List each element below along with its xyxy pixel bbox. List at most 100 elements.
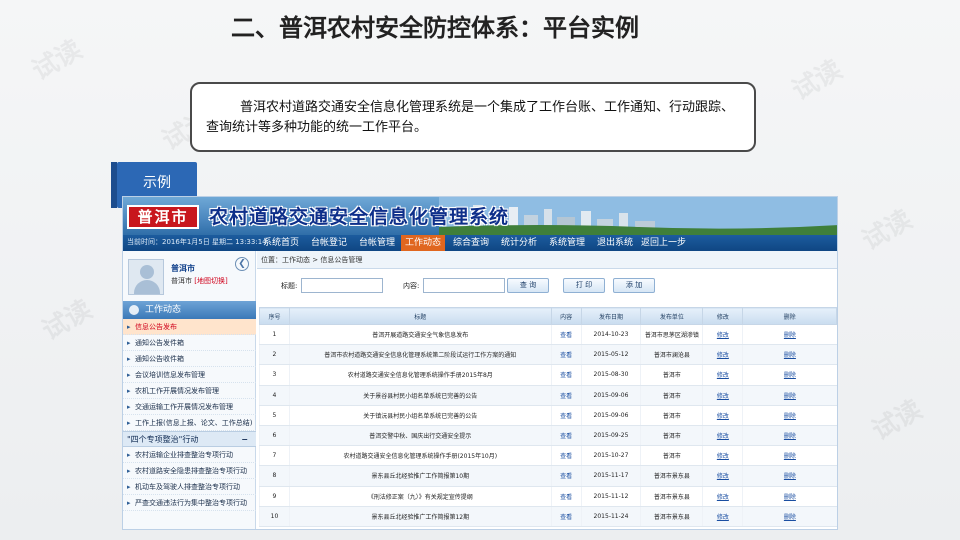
row-index: 2	[259, 344, 290, 366]
chevron-left-icon[interactable]: ❮	[235, 257, 249, 271]
sidebar-item-enterprise[interactable]: 农村运输企业排查整治专项行动	[123, 447, 256, 463]
collapse-toggle-icon[interactable]: −	[241, 432, 248, 448]
view-link[interactable]: 查看	[550, 324, 582, 346]
delete-link[interactable]: 删除	[742, 405, 837, 426]
app-banner: 普洱市 农村道路交通安全信息化管理系统	[123, 197, 837, 235]
row-date: 2015-10-27	[580, 445, 641, 467]
add-button[interactable]: 添 加	[613, 278, 655, 293]
watermark: 试读	[867, 394, 928, 447]
sidebar-item-transport[interactable]: 交通运输工作开展情况发布管理	[123, 399, 256, 415]
row-unit: 普洱市景东县	[640, 506, 703, 527]
sidebar-item-report[interactable]: 工作上报(信息上报、论文、工作总结)	[123, 415, 256, 431]
row-unit: 普洱市澜沧县	[640, 344, 703, 366]
edit-link[interactable]: 修改	[702, 425, 743, 447]
sidebar: 普洱市 普洱市 [地图切换] ❮ 工作动态 信息公告发布 通知公告发件箱 通知公…	[123, 251, 256, 529]
row-index: 4	[259, 385, 290, 406]
nav-ledger-register[interactable]: 台帐登记	[307, 235, 351, 251]
row-date: 2015-09-25	[580, 425, 641, 447]
view-link[interactable]: 查看	[550, 364, 582, 386]
nav-query[interactable]: 综合查询	[449, 235, 493, 251]
notice-table: 序号 标题 内容 发布日期 发布单位 修改 删除 1 普洱开展道路交通安全气象信息…	[259, 307, 837, 527]
nav-logout[interactable]: 退出系统	[593, 235, 637, 251]
avatar	[128, 259, 164, 295]
row-unit: 普洱市思茅区湖渗镇	[640, 324, 703, 346]
sidebar-section-work-dynamics[interactable]: 工作动态	[123, 301, 256, 319]
content-input[interactable]	[423, 278, 505, 293]
delete-link[interactable]: 删除	[742, 506, 837, 527]
col-header: 发布日期	[580, 307, 642, 325]
row-title: 农村道路交通安全信息化管理系统操作手册(2015年10月)	[288, 445, 552, 467]
row-date: 2015-05-12	[580, 344, 641, 366]
edit-link[interactable]: 修改	[702, 506, 743, 527]
map-switch-link[interactable]: [地图切换]	[194, 277, 227, 285]
sidebar-group-special-actions[interactable]: "四个专项整治"行动 −	[123, 431, 256, 447]
nav-work-dynamics[interactable]: 工作动态	[401, 235, 446, 251]
breadcrumb: 位置：工作动态 > 信息公告管理	[257, 251, 837, 269]
row-title: 农村道路交通安全信息化管理系统操作手册2015年8月	[288, 364, 552, 386]
row-date: 2015-11-12	[580, 486, 641, 507]
delete-link[interactable]: 删除	[742, 486, 837, 507]
edit-link[interactable]: 修改	[702, 465, 743, 487]
row-date: 2014-10-23	[580, 324, 641, 346]
delete-link[interactable]: 删除	[742, 324, 837, 346]
sidebar-item-outbox[interactable]: 通知公告发件箱	[123, 335, 256, 351]
view-link[interactable]: 查看	[550, 445, 582, 467]
row-title: 《刑法修正案（九）》有关规定宣传提纲	[288, 486, 552, 507]
view-link[interactable]: 查看	[550, 405, 582, 426]
view-link[interactable]: 查看	[550, 385, 582, 406]
query-button[interactable]: 查 询	[507, 278, 549, 293]
edit-link[interactable]: 修改	[702, 385, 743, 406]
view-link[interactable]: 查看	[550, 506, 582, 527]
edit-link[interactable]: 修改	[702, 486, 743, 507]
view-link[interactable]: 查看	[550, 465, 582, 487]
table-row: 9 《刑法修正案（九）》有关规定宣传提纲 查看 2015-11-12 普洱市景东县 修改删…	[259, 486, 837, 507]
row-date: 2015-09-06	[580, 385, 641, 406]
delete-link[interactable]: 删除	[742, 344, 837, 366]
sidebar-item-road-hazard[interactable]: 农村道路安全隐患排查整治专项行动	[123, 463, 256, 479]
delete-link[interactable]: 删除	[742, 364, 837, 386]
nav-system-manage[interactable]: 系统管理	[545, 235, 589, 251]
row-index: 9	[259, 486, 290, 507]
row-date: 2015-11-17	[580, 465, 641, 487]
sidebar-item-violation[interactable]: 严查交通违法行为集中整治专项行动	[123, 495, 256, 511]
delete-link[interactable]: 删除	[742, 445, 837, 467]
sidebar-item-inbox[interactable]: 通知公告收件箱	[123, 351, 256, 367]
row-index: 8	[259, 465, 290, 487]
edit-link[interactable]: 修改	[702, 344, 743, 366]
row-unit: 普洱市景东县	[640, 465, 703, 487]
col-header: 内容	[550, 307, 582, 325]
edit-link[interactable]: 修改	[702, 445, 743, 467]
nav-back[interactable]: 返回上一步	[637, 235, 690, 251]
row-title: 普洱交警中秋、国庆出行交通安全提示	[288, 425, 552, 447]
sidebar-item-vehicle-driver[interactable]: 机动车及驾驶人排查整治专项行动	[123, 479, 256, 495]
nav-statistics[interactable]: 统计分析	[497, 235, 541, 251]
sidebar-item-meeting[interactable]: 会议培训信息发布管理	[123, 367, 256, 383]
table-row: 7 农村道路交通安全信息化管理系统操作手册(2015年10月) 查看 2015-10-…	[259, 445, 837, 467]
sidebar-item-agri-machinery[interactable]: 农机工作开展情况发布管理	[123, 383, 256, 399]
slide-title: 二、普洱农村安全防控体系：平台实例	[231, 14, 639, 42]
print-button[interactable]: 打 印	[563, 278, 605, 293]
row-unit: 普洱市	[640, 445, 703, 467]
row-index: 6	[259, 425, 290, 447]
view-link[interactable]: 查看	[550, 486, 582, 507]
delete-link[interactable]: 删除	[742, 425, 837, 447]
delete-link[interactable]: 删除	[742, 385, 837, 406]
sidebar-item-notice-publish[interactable]: 信息公告发布	[123, 319, 256, 335]
row-unit: 普洱市	[640, 425, 703, 447]
title-label: 标题:	[281, 282, 298, 290]
edit-link[interactable]: 修改	[702, 405, 743, 426]
edit-link[interactable]: 修改	[702, 324, 743, 346]
nav-home[interactable]: 系统首页	[259, 235, 303, 251]
view-link[interactable]: 查看	[550, 344, 582, 366]
table-row: 4 关于景谷县村民小组名单系统已完善的公告 查看 2015-09-06 普洱市 修改 删除	[259, 385, 837, 406]
app-screenshot: 普洱市 农村道路交通安全信息化管理系统 当前时间：2016年1月5日 星期二 1…	[122, 196, 838, 530]
view-link[interactable]: 查看	[550, 425, 582, 447]
edit-link[interactable]: 修改	[702, 364, 743, 386]
row-index: 5	[259, 405, 290, 426]
delete-link[interactable]: 删除	[742, 465, 837, 487]
title-input[interactable]	[301, 278, 383, 293]
description-box: 普洱农村道路交通安全信息化管理系统是一个集成了工作台账、工作通知、行动跟踪、查询…	[190, 82, 756, 152]
user-area: 普洱市 [地图切换]	[171, 276, 228, 286]
user-area-text: 普洱市	[171, 277, 192, 285]
nav-ledger-manage[interactable]: 台帐管理	[355, 235, 399, 251]
